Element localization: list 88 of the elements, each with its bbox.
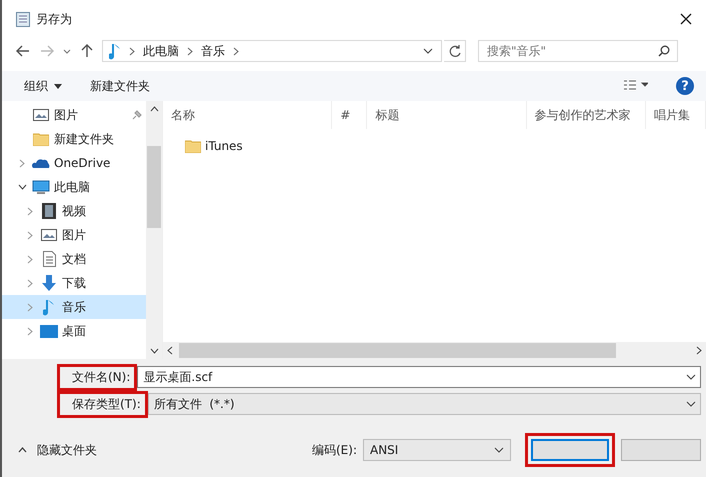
nav-item-label: 图片: [62, 226, 86, 244]
file-type-dropdown[interactable]: 所有文件 (*.*): [148, 393, 701, 415]
scroll-left-icon[interactable]: [167, 346, 173, 355]
chevron-icon: [187, 46, 193, 56]
breadcrumb-item[interactable]: 音乐: [201, 42, 225, 60]
encoding-label: 编码(E):: [312, 442, 357, 458]
back-arrow-icon: [16, 45, 30, 57]
music-note-icon: [109, 42, 121, 60]
up-arrow-icon: [81, 44, 93, 58]
cloud-icon: [32, 157, 50, 169]
nav-item[interactable]: 音乐: [2, 295, 146, 319]
film-icon: [42, 203, 56, 219]
window-title: 另存为: [36, 10, 72, 28]
hide-folders-button[interactable]: 隐藏文件夹: [12, 442, 97, 458]
horizontal-scrollbar[interactable]: [163, 342, 706, 359]
caret-up-icon: [18, 447, 27, 453]
nav-item-label: OneDrive: [54, 156, 110, 170]
help-button[interactable]: ?: [676, 77, 694, 95]
nav-item[interactable]: OneDrive: [2, 151, 146, 175]
nav-item-label: 新建文件夹: [54, 130, 114, 148]
dropdown-caret-icon: [686, 401, 696, 407]
nav-item[interactable]: 视频: [2, 199, 146, 223]
caret-icon: [63, 48, 71, 54]
dropdown-caret-icon: [686, 374, 696, 380]
computer-icon: [32, 180, 50, 194]
scroll-right-icon[interactable]: [696, 346, 702, 355]
collapsed-chevron-icon[interactable]: [27, 302, 33, 312]
nav-item[interactable]: 此电脑: [2, 175, 146, 199]
column-header[interactable]: 唱片集: [646, 101, 706, 129]
close-icon: [680, 13, 692, 25]
picture-icon: [41, 229, 57, 241]
nav-item[interactable]: 图片: [2, 223, 146, 247]
encoding-dropdown[interactable]: ANSI: [363, 439, 511, 461]
scroll-up-icon[interactable]: [150, 106, 158, 112]
desktop-icon: [40, 324, 58, 338]
chevron-icon: [233, 46, 239, 56]
details-view-icon: [624, 80, 648, 90]
column-header[interactable]: #: [332, 101, 368, 129]
folder-icon: [185, 139, 201, 153]
down-arrow-icon: [41, 275, 57, 291]
file-type-label: 保存类型(T):: [57, 390, 148, 418]
music-note-icon: [43, 298, 55, 316]
document-icon: [42, 251, 56, 267]
file-name-field[interactable]: 显示桌面.scf: [137, 366, 701, 388]
chevron-icon: [129, 46, 135, 56]
nav-item[interactable]: 文档: [2, 247, 146, 271]
folder-icon: [33, 132, 49, 146]
collapsed-chevron-icon[interactable]: [19, 158, 25, 168]
nav-item[interactable]: 下载: [2, 271, 146, 295]
save-button[interactable]: [531, 439, 609, 461]
collapsed-chevron-icon[interactable]: [27, 206, 33, 216]
dropdown-caret-icon: [494, 447, 504, 453]
nav-item[interactable]: 桌面: [2, 319, 146, 343]
scroll-down-icon[interactable]: [150, 348, 158, 354]
nav-item[interactable]: 图片: [2, 103, 146, 127]
file-row[interactable]: iTunes: [185, 137, 706, 155]
collapsed-chevron-icon[interactable]: [27, 326, 33, 336]
nav-item-label: 视频: [62, 202, 86, 220]
nav-item-label: 音乐: [62, 298, 86, 316]
vertical-scrollbar[interactable]: [146, 101, 162, 359]
new-folder-button[interactable]: 新建文件夹: [90, 78, 150, 94]
column-header[interactable]: 名称: [163, 101, 332, 129]
refresh-icon: [448, 44, 460, 58]
picture-icon: [33, 109, 49, 121]
collapsed-chevron-icon[interactable]: [27, 254, 33, 264]
expanded-chevron-icon[interactable]: [18, 184, 26, 190]
nav-item-label: 桌面: [62, 322, 86, 340]
column-header[interactable]: 标题: [367, 101, 527, 129]
file-name: iTunes: [205, 139, 243, 153]
nav-item-label: 下载: [62, 274, 86, 292]
address-bar[interactable]: 此电脑 音乐: [102, 40, 442, 62]
file-name-label: 文件名(N):: [57, 364, 138, 390]
organize-menu-button[interactable]: 组织: [24, 78, 62, 94]
column-header[interactable]: 参与创作的艺术家: [526, 101, 646, 129]
refresh-button[interactable]: [444, 40, 466, 62]
forward-arrow-icon: [40, 45, 54, 57]
dropdown-caret-icon: [423, 48, 433, 54]
collapsed-chevron-icon[interactable]: [27, 230, 33, 240]
notepad-icon: [16, 11, 30, 27]
nav-item-label: 文档: [62, 250, 86, 268]
breadcrumb-item[interactable]: 此电脑: [143, 42, 179, 60]
caret-icon: [54, 84, 62, 88]
nav-item[interactable]: 新建文件夹: [2, 127, 146, 151]
nav-item-label: 图片: [54, 106, 78, 124]
nav-item-label: 此电脑: [54, 178, 90, 196]
search-icon: [658, 45, 670, 57]
collapsed-chevron-icon[interactable]: [27, 278, 33, 288]
search-field[interactable]: 搜索"音乐": [478, 40, 678, 62]
